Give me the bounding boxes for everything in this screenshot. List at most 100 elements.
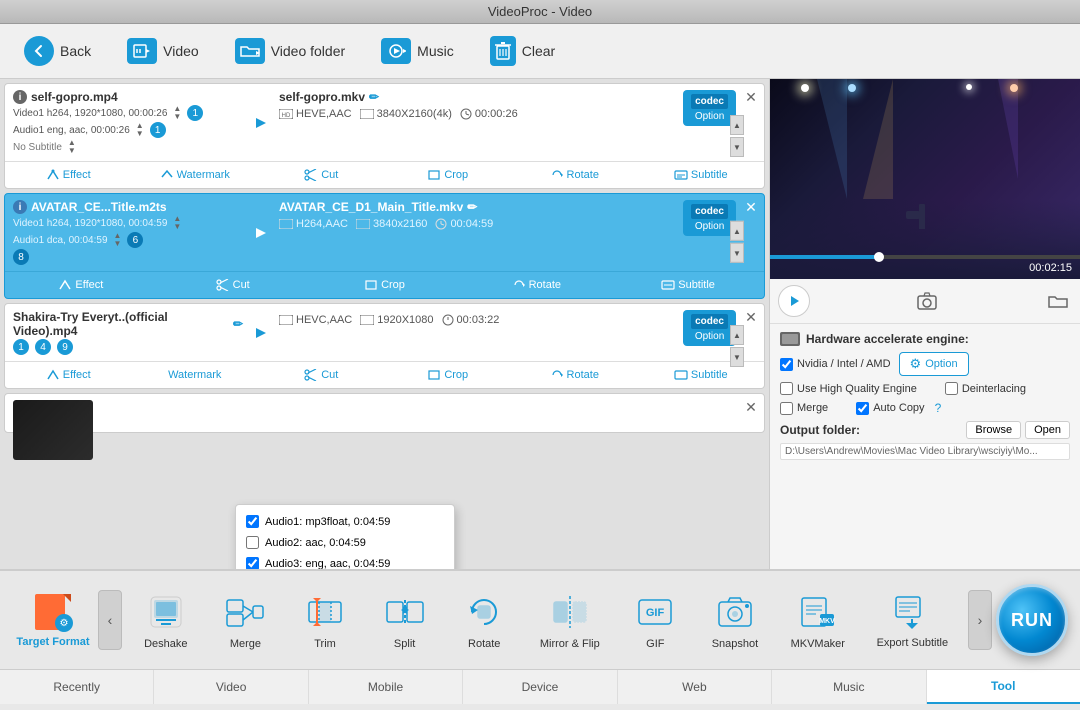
deinterlacing-checkbox[interactable] bbox=[945, 382, 958, 395]
preview-controls bbox=[770, 279, 1080, 324]
avatar-edit-icon[interactable]: ✏ bbox=[467, 200, 477, 214]
hw-option-btn[interactable]: ⚙ Option bbox=[899, 352, 969, 376]
close-empty-button[interactable]: ✕ bbox=[742, 398, 760, 416]
folder-preview-btn[interactable] bbox=[1044, 287, 1072, 315]
autocopy-label[interactable]: Auto Copy bbox=[856, 402, 924, 415]
video-folder-label: Video folder bbox=[271, 43, 345, 59]
gopro-watermark-btn[interactable]: Watermark bbox=[132, 166, 259, 184]
shakira-cut-btn[interactable]: Cut bbox=[258, 366, 385, 384]
close-gopro-button[interactable]: ✕ bbox=[742, 88, 760, 106]
avatar-rotate-btn[interactable]: Rotate bbox=[460, 276, 612, 294]
tab-video[interactable]: Video bbox=[154, 670, 308, 704]
scroll-left-arrow[interactable]: ‹ bbox=[98, 590, 122, 650]
preview-progress-dot[interactable] bbox=[874, 252, 884, 262]
hw-checkbox[interactable] bbox=[780, 358, 793, 371]
shakira-codec-btn[interactable]: codec Option bbox=[683, 310, 736, 346]
file-list-panel[interactable]: ✕ i self-gopro.mp4 Video1 h264, 1920*108… bbox=[0, 79, 770, 569]
browse-button[interactable]: Browse bbox=[966, 421, 1021, 439]
shakira-effect-btn[interactable]: Effect bbox=[5, 366, 132, 384]
shakira-crop-btn[interactable]: Crop bbox=[385, 366, 512, 384]
gopro-audio-select[interactable]: ▲▼ bbox=[136, 122, 144, 138]
scroll-dn-avatar[interactable]: ▼ bbox=[730, 243, 744, 263]
close-shakira-button[interactable]: ✕ bbox=[742, 308, 760, 326]
target-format[interactable]: ⚙ Target Format bbox=[8, 584, 98, 656]
deinterlacing-label[interactable]: Deinterlacing bbox=[945, 382, 1026, 395]
tab-music[interactable]: Music bbox=[772, 670, 926, 704]
settings-panel: Hardware accelerate engine: Nvidia / Int… bbox=[770, 324, 1080, 468]
tool-gif[interactable]: GIF GIF bbox=[625, 586, 685, 654]
tab-web[interactable]: Web bbox=[618, 670, 772, 704]
autocopy-help[interactable]: ? bbox=[935, 401, 942, 415]
gopro-edit-icon[interactable]: ✏ bbox=[369, 90, 379, 104]
scroll-right-arrow[interactable]: › bbox=[968, 590, 992, 650]
tool-deshake[interactable]: Deshake bbox=[136, 586, 196, 654]
tool-split[interactable]: Split bbox=[375, 586, 435, 654]
run-button[interactable]: RUN bbox=[996, 584, 1068, 656]
clear-button[interactable]: Clear bbox=[482, 32, 563, 70]
avatar-output-codec: H264,AAC bbox=[279, 218, 348, 230]
hw-checkbox-label[interactable]: Nvidia / Intel / AMD bbox=[780, 358, 891, 371]
scroll-dn-gopro[interactable]: ▼ bbox=[730, 137, 744, 157]
video-button[interactable]: Video bbox=[119, 34, 207, 68]
gopro-effect-btn[interactable]: Effect bbox=[5, 166, 132, 184]
video-folder-button[interactable]: Video folder bbox=[227, 34, 353, 68]
avatar-codec-btn[interactable]: codec Option bbox=[683, 200, 736, 236]
shakira-rotate-btn[interactable]: Rotate bbox=[511, 366, 638, 384]
audio-check-2[interactable] bbox=[246, 536, 259, 549]
audio-check-3[interactable] bbox=[246, 557, 259, 569]
autocopy-checkbox[interactable] bbox=[856, 402, 869, 415]
clear-icon bbox=[490, 36, 516, 66]
avatar-effect-btn[interactable]: Effect bbox=[5, 276, 157, 294]
shakira-edit-icon[interactable]: ✏ bbox=[233, 317, 243, 331]
tool-mkvmaker[interactable]: MKV MKVMaker bbox=[785, 586, 851, 654]
back-button[interactable]: Back bbox=[16, 32, 99, 70]
audio-item-2[interactable]: Audio2: aac, 0:04:59 bbox=[236, 532, 454, 553]
play-button[interactable] bbox=[778, 285, 810, 317]
merge-label[interactable]: Merge bbox=[780, 402, 828, 415]
avatar-subtitle-btn[interactable]: Subtitle bbox=[612, 276, 764, 294]
gopro-subtitle-btn[interactable]: Subtitle bbox=[638, 166, 765, 184]
gopro-audio-num: 1 bbox=[150, 122, 166, 138]
avatar-crop-btn[interactable]: Crop bbox=[309, 276, 461, 294]
shakira-subtitle-btn[interactable]: Subtitle bbox=[638, 366, 765, 384]
scroll-up-shakira[interactable]: ▲ bbox=[730, 325, 744, 345]
merge-checkbox[interactable] bbox=[780, 402, 793, 415]
tool-merge[interactable]: Merge bbox=[215, 586, 275, 654]
gopro-crop-btn[interactable]: Crop bbox=[385, 166, 512, 184]
gopro-cut-btn[interactable]: Cut bbox=[258, 166, 385, 184]
tool-trim[interactable]: Trim bbox=[295, 586, 355, 654]
tool-mirror-flip[interactable]: Mirror & Flip bbox=[534, 586, 606, 654]
close-avatar-button[interactable]: ✕ bbox=[742, 198, 760, 216]
avatar-cut-btn[interactable]: Cut bbox=[157, 276, 309, 294]
tool-rotate[interactable]: Rotate bbox=[454, 586, 514, 654]
run-btn-container: RUN bbox=[992, 580, 1072, 660]
tab-mobile[interactable]: Mobile bbox=[309, 670, 463, 704]
audio-item-1[interactable]: Audio1: mp3float, 0:04:59 bbox=[236, 511, 454, 532]
quality-label[interactable]: Use High Quality Engine bbox=[780, 382, 917, 395]
avatar-video-select[interactable]: ▲▼ bbox=[173, 215, 181, 231]
audio-item-3[interactable]: Audio3: eng, aac, 0:04:59 bbox=[236, 553, 454, 569]
preview-progress-bar[interactable] bbox=[770, 255, 1080, 259]
tab-recently[interactable]: Recently bbox=[0, 670, 154, 704]
quality-row: Use High Quality Engine Deinterlacing bbox=[780, 382, 1070, 395]
snapshot-preview-btn[interactable] bbox=[913, 287, 941, 315]
tab-device[interactable]: Device bbox=[463, 670, 617, 704]
scroll-up-avatar[interactable]: ▲ bbox=[730, 221, 744, 241]
video-card-empty: ✕ bbox=[4, 393, 765, 433]
quality-checkbox[interactable] bbox=[780, 382, 793, 395]
tool-snapshot[interactable]: Snapshot bbox=[705, 586, 765, 654]
scroll-dn-shakira[interactable]: ▼ bbox=[730, 347, 744, 367]
shakira-watermark-btn[interactable]: Watermark bbox=[132, 366, 259, 384]
scroll-up-gopro[interactable]: ▲ bbox=[730, 115, 744, 135]
merge-row: Merge Auto Copy ? bbox=[780, 401, 1070, 415]
open-button[interactable]: Open bbox=[1025, 421, 1070, 439]
gopro-subtitle-select[interactable]: ▲▼ bbox=[68, 139, 76, 155]
tab-tool[interactable]: Tool bbox=[927, 670, 1080, 704]
audio-check-1[interactable] bbox=[246, 515, 259, 528]
tool-export-subtitle[interactable]: Export Subtitle bbox=[871, 585, 955, 654]
avatar-audio-select[interactable]: ▲▼ bbox=[114, 232, 122, 248]
gopro-video-select[interactable]: ▲▼ bbox=[173, 105, 181, 121]
gopro-rotate-btn[interactable]: Rotate bbox=[511, 166, 638, 184]
music-button[interactable]: Music bbox=[373, 34, 462, 68]
gopro-codec-btn[interactable]: codec Option bbox=[683, 90, 736, 126]
